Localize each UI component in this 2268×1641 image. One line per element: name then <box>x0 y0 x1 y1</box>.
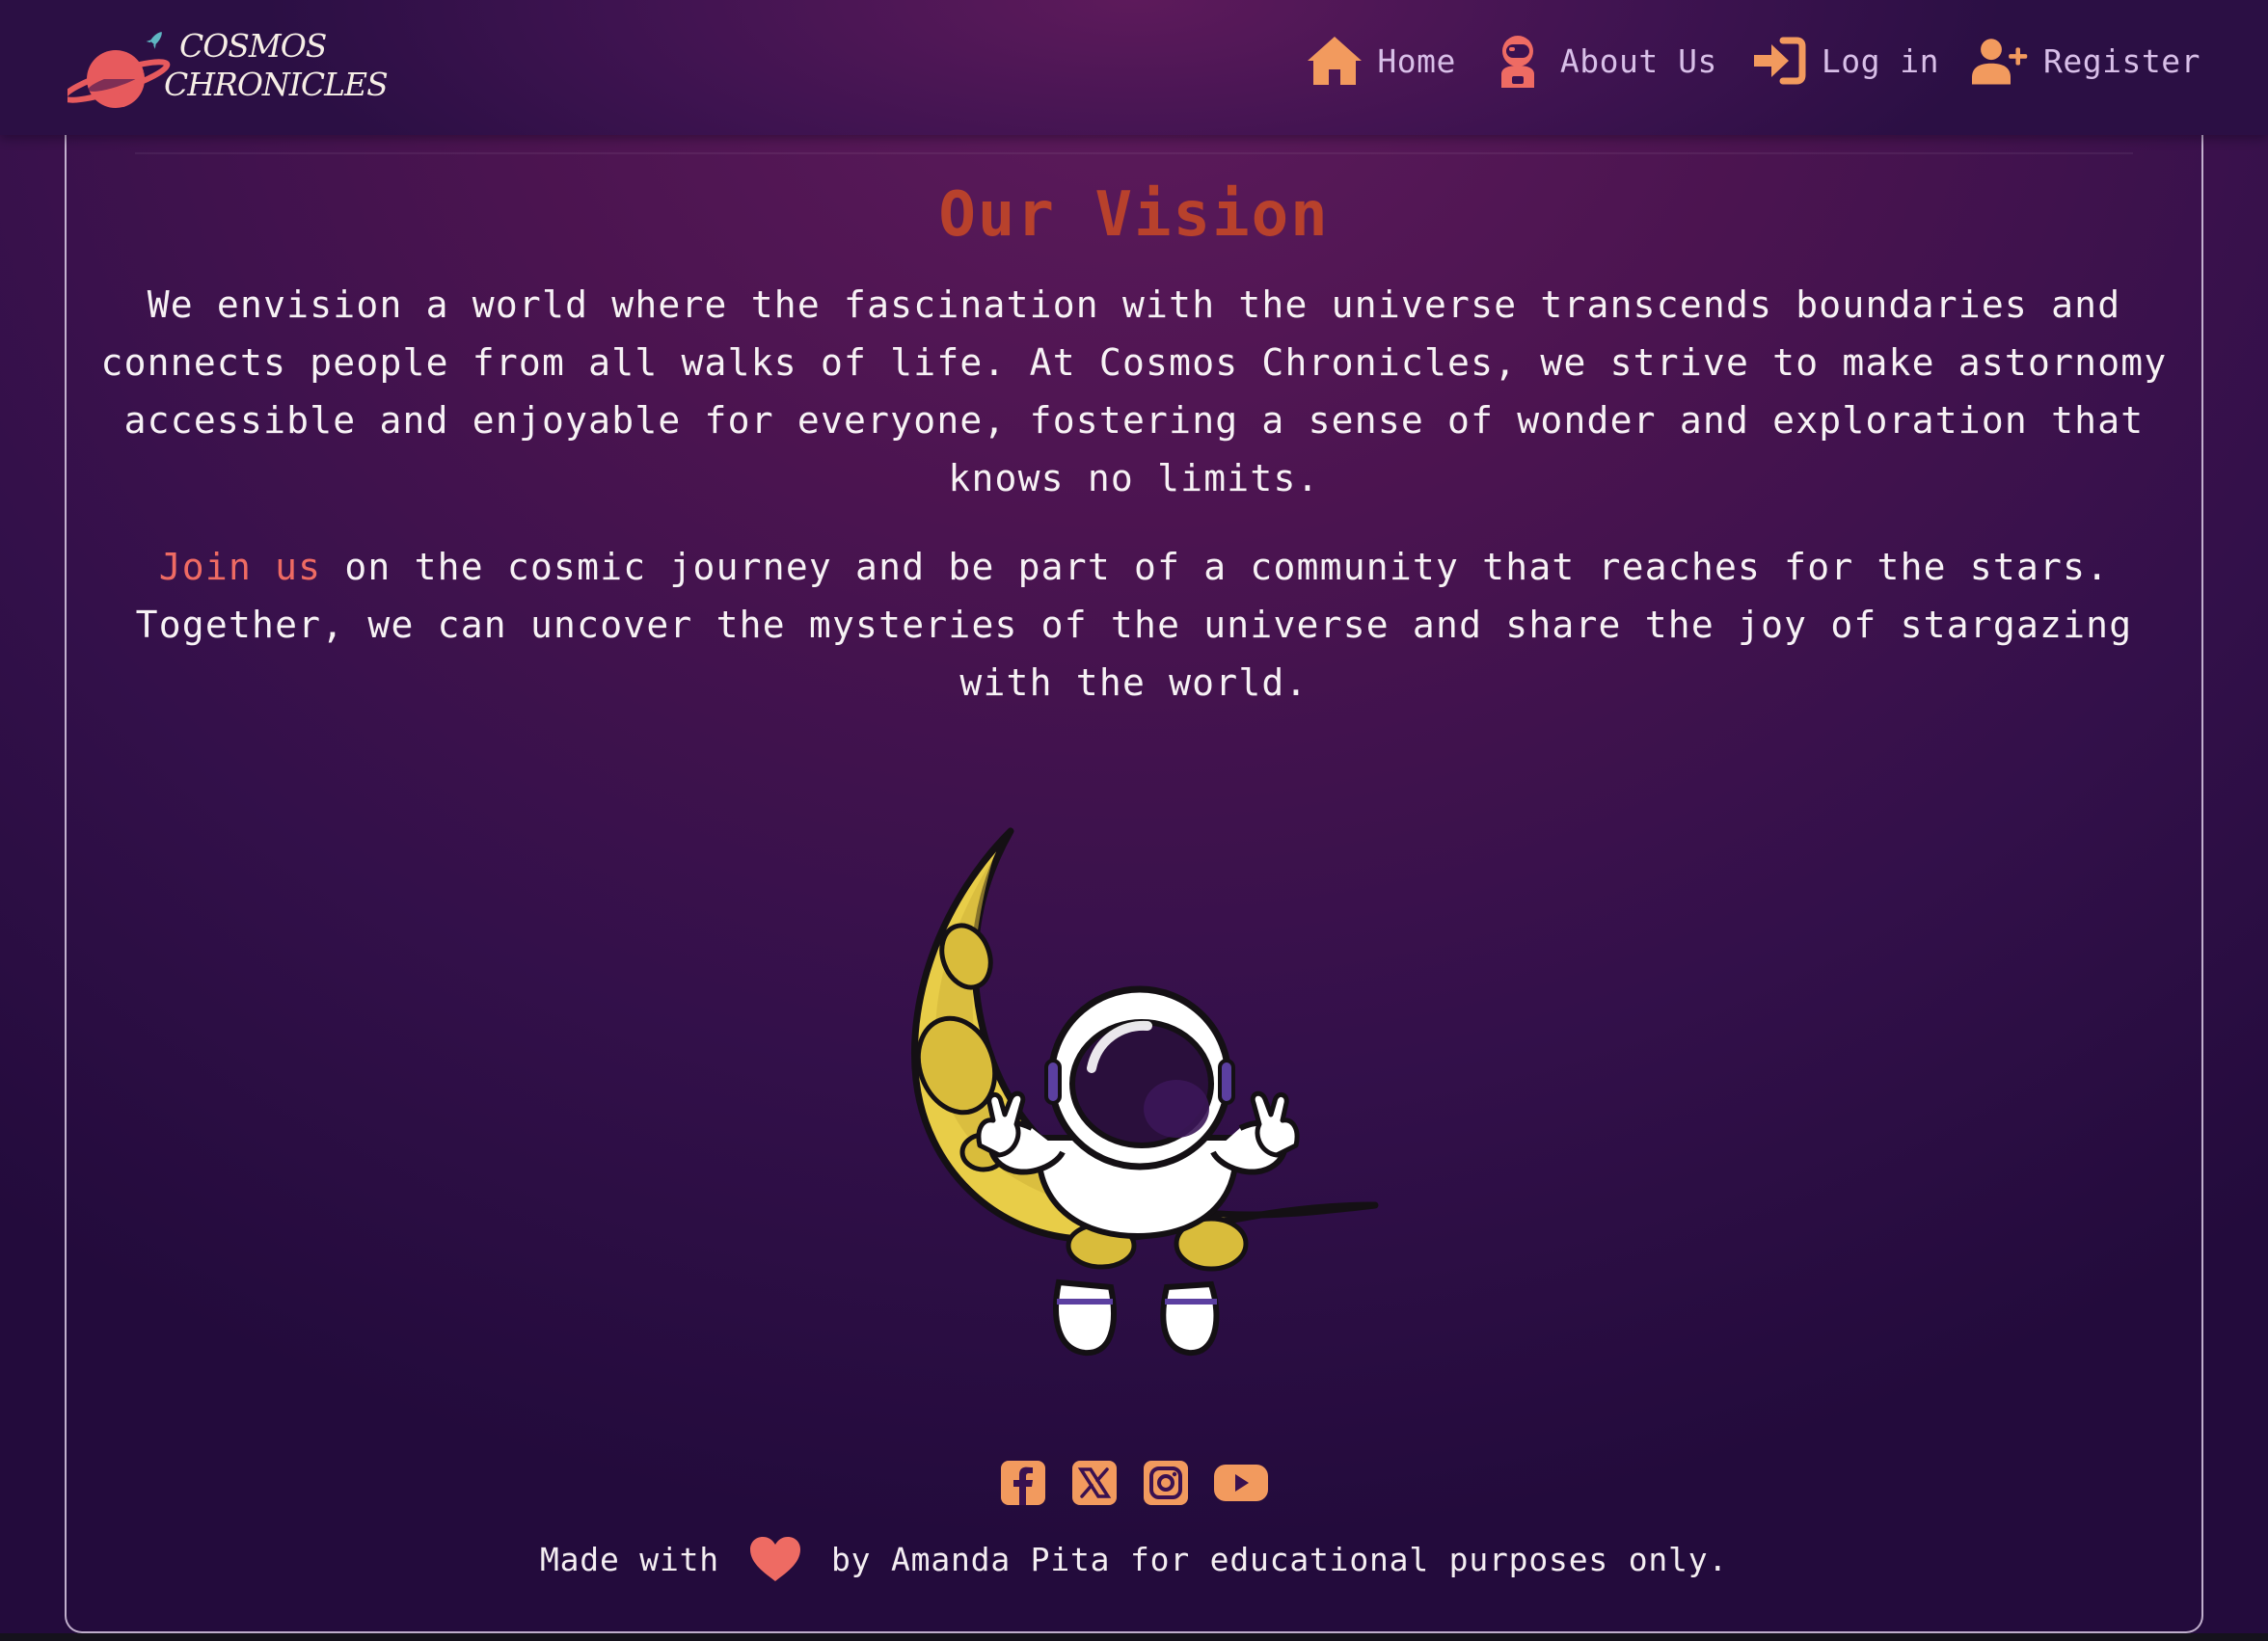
brand-name: Cosmos Chronicles <box>164 27 389 104</box>
nav-home-label: Home <box>1377 41 1456 80</box>
social-links <box>0 1460 2268 1506</box>
join-paragraph: Join us on the cosmic journey and be par… <box>87 538 2181 712</box>
nav-register[interactable]: Register <box>1972 29 2200 93</box>
card-divider <box>135 152 2133 154</box>
youtube-icon[interactable] <box>1214 1460 1268 1506</box>
x-twitter-icon[interactable] <box>1071 1460 1118 1506</box>
credit-text: by Amanda Pita for educational purposes … <box>830 1540 1729 1578</box>
main-nav: Home About Us Log in Register <box>1273 29 2200 93</box>
navbar: Cosmos Chronicles Home <box>0 0 2268 135</box>
page: Cosmos Chronicles Home <box>0 0 2268 1641</box>
astronaut-icon <box>1489 32 1547 90</box>
brand-line-1: Cosmos <box>179 27 327 65</box>
astronaut-on-moon-illustration <box>910 827 1379 1357</box>
house-icon <box>1306 32 1364 90</box>
sign-in-icon <box>1750 32 1808 90</box>
bottom-strip <box>0 1633 2268 1641</box>
user-plus-icon <box>1972 32 2030 90</box>
footer-credit: Made with by Amanda Pita for educational… <box>0 1535 2268 1583</box>
nav-home[interactable]: Home <box>1306 29 1455 93</box>
nav-login-label: Log in <box>1821 41 1940 80</box>
heart-icon <box>748 1535 802 1583</box>
brand-logo[interactable]: Cosmos Chronicles <box>68 17 389 114</box>
made-with-text: Made with <box>539 1540 719 1578</box>
vision-paragraph: We envision a world where the fascinatio… <box>100 283 2168 499</box>
brand-line-2: Chronicles <box>164 66 389 103</box>
nav-about-label: About Us <box>1559 41 1717 80</box>
join-paragraph-text: on the cosmic journey and be part of a c… <box>135 546 2133 704</box>
nav-log-in[interactable]: Log in <box>1750 29 1939 93</box>
nav-about-us[interactable]: About Us <box>1489 29 1717 93</box>
join-us-link[interactable]: Join us <box>159 546 322 588</box>
instagram-icon[interactable] <box>1143 1460 1189 1506</box>
page-title: Our Vision <box>938 179 1330 251</box>
facebook-icon[interactable] <box>1000 1460 1046 1506</box>
nav-register-label: Register <box>2043 41 2200 80</box>
